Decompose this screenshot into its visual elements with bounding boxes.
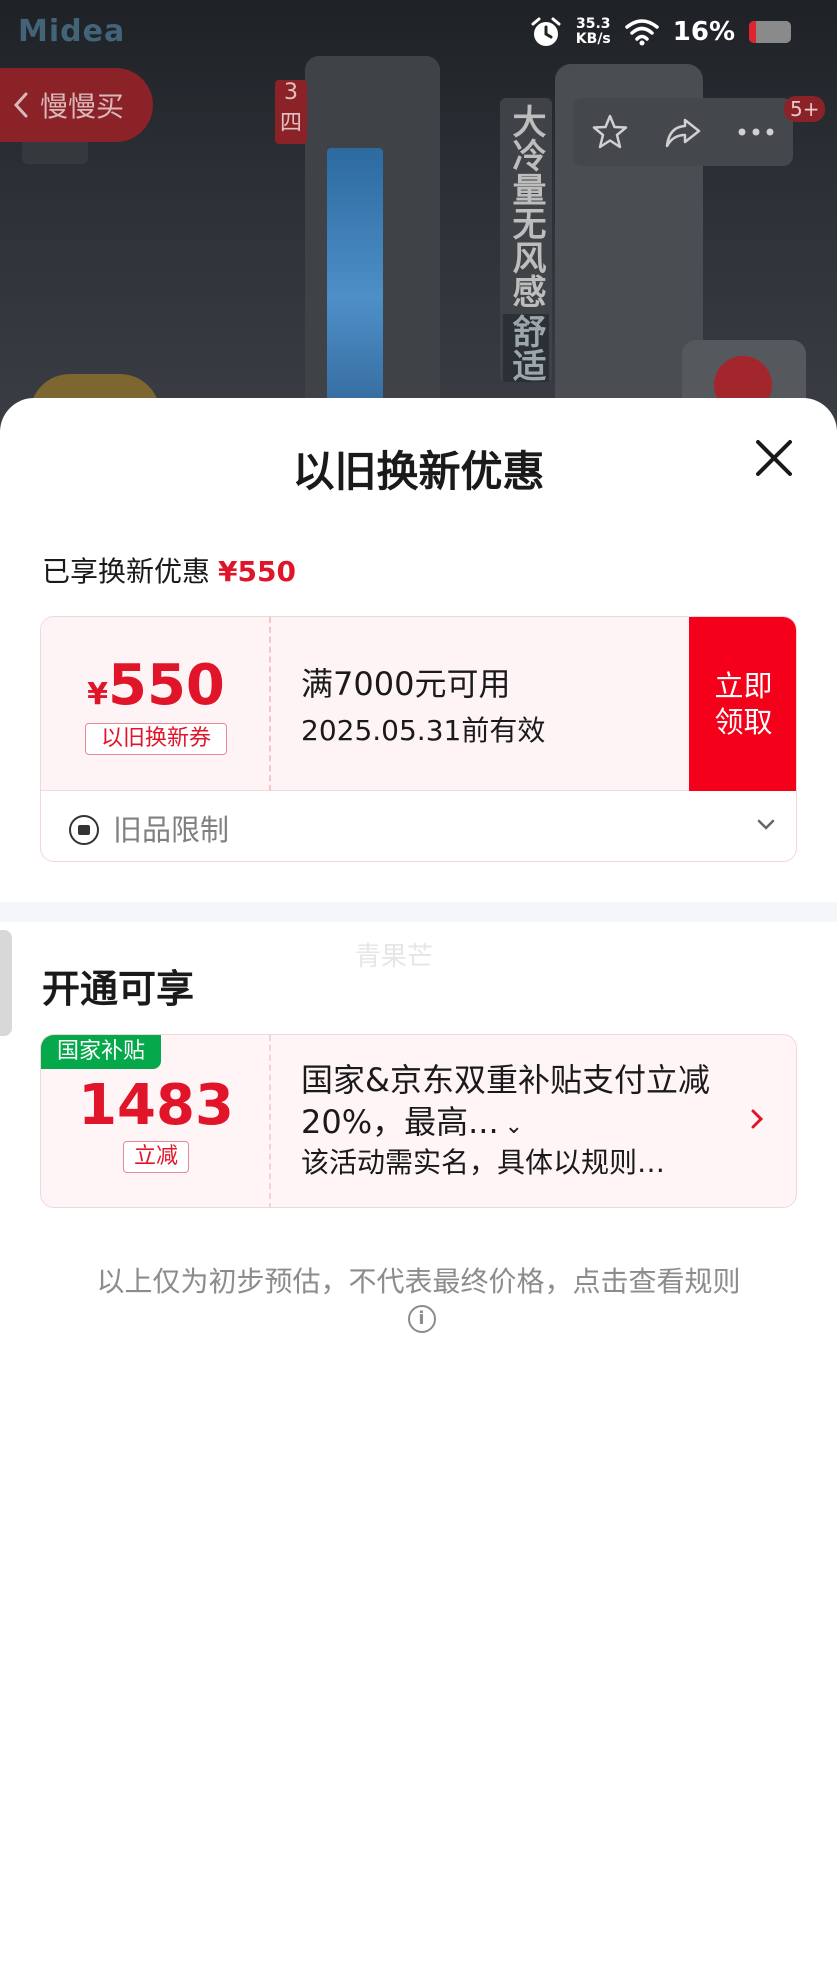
restriction-label: 旧品限制 — [113, 813, 230, 847]
coupon-type-tag: 以旧换新券 — [85, 723, 227, 755]
side-edge-handle[interactable] — [0, 930, 12, 1036]
restriction-icon — [69, 815, 99, 845]
more-icon[interactable] — [734, 110, 778, 154]
slow-buy-label: 慢慢买 — [40, 90, 125, 123]
sheet-title: 以旧换新优惠 — [292, 447, 545, 496]
promo-tag: 3 四 — [275, 80, 307, 144]
product-page-background: 3 四 大冷量无风感 舒适 Midea 35.3 KB/s 16% 慢慢买 5+ — [0, 0, 837, 430]
battery-percent: 16% — [672, 17, 735, 47]
subsidy-amount-label: 立减 — [123, 1141, 189, 1173]
subsidy-note: 该活动需实名，具体以规则… — [301, 1146, 666, 1179]
section-title: 开通可享 — [42, 967, 195, 1011]
chevron-left-icon — [13, 92, 28, 118]
trade-in-coupon-card: ¥550 以旧换新券 满7000元可用 2025.05.31前有效 立即领取 旧… — [40, 616, 797, 862]
network-speed: 35.3 KB/s — [575, 16, 611, 47]
enjoyed-discount: 已享换新优惠 ¥550 — [42, 550, 296, 590]
wifi-icon — [625, 19, 659, 46]
share-icon[interactable] — [661, 110, 705, 154]
subsidy-description: 国家&京东双重补贴支付立减20%，最高... ⌄ — [301, 1061, 710, 1141]
section-divider — [0, 902, 837, 922]
chevron-down-icon[interactable]: ⌄ — [505, 1114, 523, 1139]
watermark: 青果芒 — [355, 942, 434, 972]
product-image-left — [305, 56, 440, 430]
national-subsidy-tag: 国家补贴 — [41, 1035, 161, 1069]
product-feature-text: 大冷量无风感 舒适 — [500, 98, 552, 382]
info-icon[interactable]: i — [407, 1305, 436, 1333]
chevron-right-icon — [751, 1109, 764, 1129]
coupon-expiry: 2025.05.31前有效 — [301, 714, 546, 747]
top-action-bar — [573, 98, 793, 166]
slow-buy-button[interactable]: 慢慢买 — [0, 68, 153, 142]
claim-coupon-button[interactable]: 立即领取 — [689, 617, 796, 791]
chevron-down-icon — [757, 819, 775, 830]
subsidy-card[interactable]: 1483 立减 国家补贴 国家&京东双重补贴支付立减20%，最高... ⌄ 该活动… — [40, 1034, 797, 1208]
brand-logo: Midea — [18, 14, 126, 49]
coupon-value: ¥550 — [87, 653, 225, 718]
alarm-icon — [531, 17, 561, 46]
status-bar: Midea 35.3 KB/s 16% — [0, 0, 837, 70]
close-button[interactable] — [748, 432, 800, 484]
favorite-star-icon[interactable] — [588, 110, 632, 154]
coupon-value-block: ¥550 以旧换新券 — [41, 617, 271, 791]
enjoyed-label: 已享换新优惠 — [42, 555, 211, 588]
trade-in-offer-sheet: 以旧换新优惠 已享换新优惠 ¥550 ¥550 以旧换新券 满7000元可用 20… — [0, 398, 837, 1968]
notification-badge: 5+ — [784, 96, 826, 122]
old-item-restriction-toggle[interactable]: 旧品限制 — [41, 791, 796, 861]
subsidy-amount: 1483 — [78, 1073, 234, 1138]
estimate-disclaimer[interactable]: 以上仅为初步预估，不代表最终价格，点击查看规则i — [80, 1264, 757, 1336]
battery-icon — [749, 21, 791, 43]
close-icon — [756, 440, 792, 476]
enjoyed-amount: ¥550 — [218, 555, 296, 588]
coupon-condition: 满7000元可用 — [301, 665, 511, 703]
